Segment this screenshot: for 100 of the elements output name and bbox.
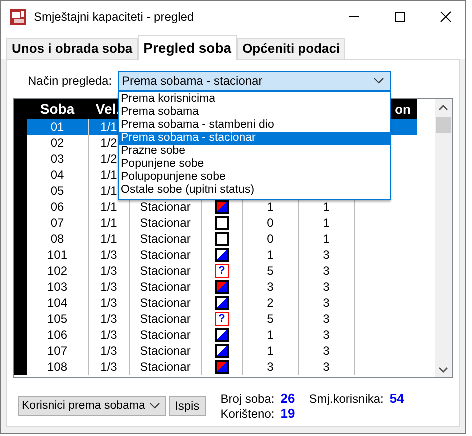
- stat-label: Smj.korisnika:: [309, 392, 384, 406]
- stat-value: 26: [280, 391, 296, 406]
- table-cell: 3: [323, 344, 330, 358]
- tab[interactable]: Pregled soba: [138, 35, 237, 60]
- table-cell: 07: [50, 216, 64, 230]
- table-cell: 1/3: [100, 328, 118, 342]
- table-cell: 08: [50, 232, 64, 246]
- table-cell: Stacionar: [140, 232, 191, 246]
- table-cell: 1/3: [100, 248, 118, 262]
- table-cell: Stacionar: [140, 264, 191, 278]
- table-cell: Stacionar: [140, 280, 191, 294]
- table-cell: 107: [47, 344, 68, 358]
- table-cell: Stacionar: [140, 216, 191, 230]
- table-cell: 04: [50, 168, 64, 182]
- table-cell: 1/1: [100, 216, 118, 230]
- table-cell: 102: [47, 264, 68, 278]
- table-cell: 103: [47, 280, 68, 294]
- table-cell: 1: [267, 344, 274, 358]
- occupied-status-icon: [215, 360, 229, 374]
- table-cell: 1: [323, 216, 330, 230]
- print-button[interactable]: Ispis: [169, 396, 206, 416]
- table-cell: 0: [267, 216, 274, 230]
- stat-value: 54: [390, 391, 404, 406]
- maximize-icon[interactable]: [394, 11, 406, 23]
- table-cell: 05: [50, 184, 64, 198]
- table-cell: 1: [323, 200, 330, 214]
- table-cell: 1/3: [100, 296, 118, 310]
- column-header[interactable]: on: [395, 102, 411, 116]
- half-occupied-status-icon: [215, 328, 229, 342]
- table-cell: 03: [50, 152, 64, 166]
- dropdown-option[interactable]: Prema sobama - stacionar: [119, 132, 390, 145]
- table-cell: 3: [323, 312, 330, 326]
- table-cell: 1/2: [100, 152, 118, 166]
- table-cell: 3: [323, 328, 330, 342]
- table-cell: 1/3: [100, 312, 118, 326]
- table-cell: 104: [47, 296, 68, 310]
- table-cell: 105: [47, 312, 68, 326]
- table-cell: 01: [50, 120, 64, 134]
- table-cell: 1/1: [100, 232, 118, 246]
- dropdown-option[interactable]: Prema sobama - stambeni dio: [119, 119, 390, 132]
- dropdown-option[interactable]: Ostale sobe (upitni status): [119, 184, 390, 197]
- dropdown-option[interactable]: Prema korisnicima: [119, 93, 390, 106]
- table-cell: 1: [267, 248, 274, 262]
- table-cell: 1/1: [100, 168, 118, 182]
- dropdown-option[interactable]: Prazne sobe: [119, 145, 390, 158]
- table-cell: 0: [267, 232, 274, 246]
- unknown-status-icon: ?: [215, 264, 229, 278]
- table-cell: 3: [267, 280, 274, 294]
- table-cell: 108: [47, 360, 68, 374]
- table-cell: 1/1: [100, 120, 118, 134]
- view-mode-dropdown[interactable]: Prema sobama - stacionar: [118, 71, 391, 91]
- dropdown-option[interactable]: Popunjene sobe: [119, 158, 390, 171]
- table-cell: Stacionar: [140, 248, 191, 262]
- table-cell: 1: [267, 328, 274, 342]
- table-cell: 3: [323, 296, 330, 310]
- table-cell: Stacionar: [140, 328, 191, 342]
- app-icon: [10, 9, 26, 25]
- table-cell: 5: [267, 264, 274, 278]
- scrollbar-thumb[interactable]: [436, 117, 451, 133]
- table-cell: 1/3: [100, 360, 118, 374]
- tab[interactable]: Unos i obrada soba: [6, 38, 138, 59]
- window-title: Smještajni kapaciteti - pregled: [34, 10, 194, 24]
- half-occupied-status-icon: [215, 248, 229, 262]
- chevron-down-icon: [374, 78, 384, 84]
- report-dropdown[interactable]: Korisnici prema sobama: [18, 396, 166, 416]
- table-cell: 1/3: [100, 264, 118, 278]
- table-cell: 1: [323, 232, 330, 246]
- dropdown-option[interactable]: Prema sobama: [119, 106, 390, 119]
- occupied-status-icon: [215, 280, 229, 294]
- stat-value: 19: [280, 406, 296, 421]
- view-mode-label: Način pregleda:: [27, 74, 114, 88]
- half-occupied-status-icon: [215, 296, 229, 310]
- scroll-down-icon[interactable]: [439, 367, 448, 373]
- tab[interactable]: Općeniti podaci: [236, 38, 346, 59]
- stat-label: Broj soba:: [220, 392, 275, 406]
- vertical-scrollbar[interactable]: [435, 99, 452, 377]
- scroll-up-icon[interactable]: [439, 105, 448, 111]
- dropdown-option[interactable]: Polupopunjene sobe: [119, 171, 390, 184]
- half-occupied-status-icon: [215, 344, 229, 358]
- table-cell: 1/3: [100, 280, 118, 294]
- chevron-down-icon: [150, 403, 160, 409]
- table-cell: 06: [50, 200, 64, 214]
- table-cell: 106: [47, 328, 68, 342]
- close-icon[interactable]: [440, 11, 452, 23]
- table-cell: 101: [47, 248, 68, 262]
- table-cell: Stacionar: [140, 296, 191, 310]
- stat-label: Korišteno:: [220, 407, 275, 421]
- table-cell: 3: [323, 248, 330, 262]
- table-cell: Stacionar: [140, 200, 191, 214]
- table-cell: 3: [323, 280, 330, 294]
- occupied-status-icon: [215, 200, 229, 214]
- column-header[interactable]: Vel.: [96, 101, 120, 117]
- row-header[interactable]: [14, 359, 27, 375]
- column-header[interactable]: Soba: [40, 101, 75, 117]
- table-cell: Stacionar: [140, 360, 191, 374]
- table-cell: 1: [267, 200, 274, 214]
- table-cell: Stacionar: [140, 344, 191, 358]
- table-cell: 3: [323, 360, 330, 374]
- table-cell: 3: [267, 360, 274, 374]
- table-cell: 3: [323, 264, 330, 278]
